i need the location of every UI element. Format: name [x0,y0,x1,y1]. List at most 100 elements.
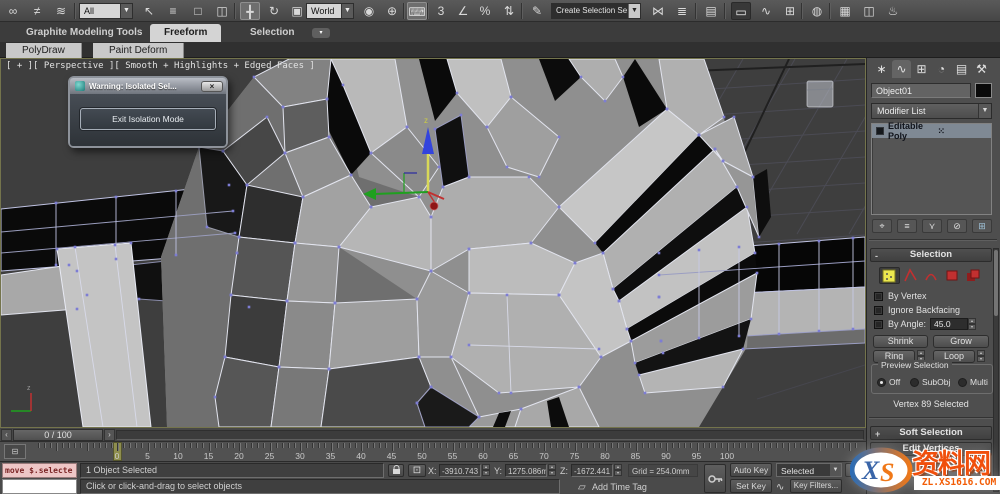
z-spinner[interactable]: ▴ ▾ [614,464,622,477]
track-bar[interactable]: ⊟ 0 5 10 15 20 25 30 35 40 45 50 55 60 65 70 75 80 85 90 95… [0,442,866,462]
by-angle-row[interactable]: By Angle: ▴▾ [874,317,977,331]
grow-button[interactable]: Grow [933,335,989,348]
viewport-label[interactable]: [ + ][ Perspective ][ Smooth + Highlight… [6,61,315,71]
y-coordinate-field[interactable]: 1275.086m [505,464,547,477]
loop-spinner[interactable]: ▴ ▾ [977,350,985,363]
select-and-rotate-icon[interactable]: ↻ [264,2,284,20]
rendered-frame-window-icon[interactable]: ◫ [859,2,879,20]
ribbon-subtab-paint-deform[interactable]: Paint Deform [93,43,185,58]
add-time-tag[interactable]: Add Time Tag [592,482,647,492]
pin-stack-icon[interactable]: ⌖ [872,219,892,233]
mini-curve-editor-icon[interactable]: ⊟ [4,444,26,459]
stack-bulb-icon[interactable] [876,127,884,135]
select-and-move-icon[interactable]: ╋ [240,2,260,20]
x-spinner[interactable]: ▴ ▾ [482,464,490,477]
select-and-manipulate-icon[interactable]: ⊕ [382,2,402,20]
bind-to-space-warp-icon[interactable]: ≋ [51,2,71,20]
reference-coordinate-system-dropdown[interactable]: World ▼ [306,3,354,19]
render-setup-icon[interactable]: ▦ [835,2,855,20]
use-pivot-point-icon[interactable]: ◉ [359,2,379,20]
tab-hierarchy-icon[interactable]: ⊞ [912,60,931,78]
snaps-toggle-icon[interactable]: 3 [431,2,451,20]
default-tangent-icon[interactable]: ∿ [776,482,784,493]
stack-item-editable-poly[interactable]: Editable Poly ⁙ [872,121,992,141]
auto-key-button[interactable]: Auto Key [730,463,772,477]
named-selection-sets-dropdown[interactable]: Create Selection Se ▼ [551,3,641,19]
tab-create-icon[interactable]: ∗ [872,60,891,78]
subobject-edge-icon[interactable] [900,267,921,284]
remove-modifier-icon[interactable]: ⊘ [947,219,967,233]
by-vertex-row[interactable]: By Vertex [874,290,927,302]
subobject-polygon-icon[interactable] [942,267,963,284]
selection-lock-icon[interactable] [388,464,404,477]
object-color-swatch[interactable] [975,83,992,98]
align-icon[interactable]: ≣ [672,2,692,20]
rollout-soft-selection[interactable]: + Soft Selection [870,426,992,440]
ribbon-tab-graphite-modeling-tools[interactable]: Graphite Modeling Tools [12,24,156,42]
preview-subobj-radio[interactable]: SubObj [910,377,950,387]
ribbon-tab-selection[interactable]: Selection [236,24,308,42]
maxscript-mini-listener-line2[interactable] [2,479,77,494]
tab-modify-icon[interactable]: ∿ [892,60,911,78]
chevron-down-icon[interactable]: ▼ [978,104,991,118]
layer-manager-icon[interactable]: ▤ [701,2,721,20]
key-filter-selection-dropdown[interactable]: Selected ▼ [776,463,842,477]
dialog-titlebar[interactable]: Warning: Isolated Sel... × [70,78,226,94]
unlink-selection-icon[interactable]: ≠ [27,2,47,20]
perspective-viewport[interactable]: z z [ + ][ Perspective ][ Smooth + Highli… [0,58,866,428]
rectangular-selection-region-icon[interactable]: □ [188,2,208,20]
shrink-button[interactable]: Shrink [873,335,928,348]
stack-expand-icon[interactable]: ⁙ [938,126,992,137]
tab-motion-icon[interactable]: ◔ [932,60,951,78]
time-slider-thumb[interactable]: 0 / 100 [13,429,103,441]
preview-off-radio[interactable]: Off [877,377,900,387]
angle-spinner[interactable]: ▴ ▾ [968,317,977,331]
render-production-icon[interactable]: ♨ [883,2,903,20]
maxscript-mini-listener[interactable]: move $.selecte [2,463,77,478]
ribbon-subtab-polydraw[interactable]: PolyDraw [6,43,82,58]
y-spinner[interactable]: ▴ ▾ [548,464,556,477]
spinner-snap-icon[interactable]: ⇅ [499,2,519,20]
select-object-icon[interactable]: ↖ [139,2,159,20]
chevron-down-icon[interactable]: ▼ [830,464,841,476]
angle-snap-icon[interactable]: ∠ [453,2,473,20]
chevron-down-icon[interactable]: ▼ [120,4,132,18]
set-key-button[interactable]: Set Key [730,479,772,493]
set-keys-button[interactable] [704,464,726,493]
chevron-down-icon[interactable]: ▼ [341,4,353,18]
tab-utilities-icon[interactable]: ⚒ [972,60,991,78]
schematic-view-icon[interactable]: ⊞ [780,2,800,20]
material-editor-icon[interactable]: ◍ [807,2,827,20]
by-vertex-checkbox[interactable] [874,291,883,301]
ribbon-toggle-icon[interactable]: ▭ [731,2,751,20]
ribbon-tab-freeform[interactable]: Freeform [150,24,222,42]
x-coordinate-field[interactable]: -3910.743 [439,464,481,477]
select-and-link-icon[interactable]: ∞ [3,2,23,20]
make-unique-icon[interactable]: ⋎ [922,219,942,233]
angle-value-field[interactable] [930,318,969,330]
window-crossing-icon[interactable]: ◫ [212,2,232,20]
selection-filter-dropdown[interactable]: All ▼ [79,3,133,19]
object-name-field[interactable] [871,83,971,98]
select-by-name-icon[interactable]: ≡ [163,2,183,20]
subobject-vertex-icon[interactable] [879,267,900,284]
select-and-scale-icon[interactable]: ▣ [287,2,307,20]
tab-display-icon[interactable]: ▤ [952,60,971,78]
subobject-border-icon[interactable] [921,267,942,284]
z-coordinate-field[interactable]: -1672.441 [571,464,613,477]
key-filters-button[interactable]: Key Filters... [790,479,842,493]
show-end-result-icon[interactable]: ≡ [897,219,917,233]
preview-multi-radio[interactable]: Multi [958,377,988,387]
close-icon[interactable]: × [201,80,223,92]
curve-editor-icon[interactable]: ∿ [756,2,776,20]
percent-snap-icon[interactable]: % [475,2,495,20]
ignore-backfacing-checkbox[interactable] [874,305,883,315]
next-frame-button[interactable]: › [104,429,115,441]
keyboard-shortcut-override-icon[interactable]: ⌨ [407,2,427,20]
modifier-stack[interactable]: Editable Poly ⁙ [871,121,992,215]
by-angle-checkbox[interactable] [874,319,883,329]
exit-isolation-mode-button[interactable]: Exit Isolation Mode [80,108,216,130]
ignore-backfacing-row[interactable]: Ignore Backfacing [874,304,960,316]
absolute-offset-toggle-icon[interactable]: ⊡ [408,464,426,477]
ribbon-collapse-icon[interactable]: ▾ [312,28,330,38]
